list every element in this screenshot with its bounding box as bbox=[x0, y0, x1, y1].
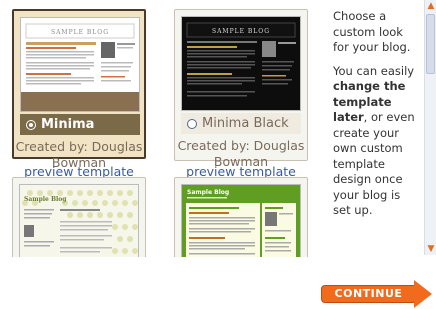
template-name-bar[interactable]: Minima Black bbox=[181, 113, 301, 134]
template-card-green[interactable]: Sample Blog bbox=[174, 177, 308, 257]
scroll-down-arrow-icon[interactable]: ▼ bbox=[425, 243, 436, 255]
svg-text:Sample Blog: Sample Blog bbox=[24, 196, 67, 203]
template-thumbnail-minima-black[interactable]: SAMPLE BLOG bbox=[181, 16, 301, 111]
minima-black-preview-image: SAMPLE BLOG bbox=[182, 17, 300, 110]
template-gallery[interactable]: SAMPLE BLOG Minima Created by: Douglas B… bbox=[0, 0, 436, 257]
template-name-bar[interactable]: Minima bbox=[20, 114, 140, 135]
template-radio-unselected[interactable] bbox=[187, 118, 197, 129]
template-thumbnail-green[interactable]: Sample Blog bbox=[181, 184, 301, 257]
continue-button-label[interactable]: CONTINUE bbox=[321, 285, 415, 303]
template-radio-selected[interactable] bbox=[26, 119, 36, 130]
template-card-dots[interactable]: Sample Blog bbox=[12, 177, 146, 257]
template-thumbnail-dots[interactable]: Sample Blog bbox=[19, 184, 139, 257]
vertical-scrollbar[interactable]: ▲ ▼ bbox=[424, 0, 436, 255]
arrow-right-icon[interactable] bbox=[414, 280, 432, 308]
svg-text:Sample Blog: Sample Blog bbox=[187, 189, 229, 196]
instructions-intro: Choose a custom look for your blog. bbox=[333, 9, 411, 54]
template-name: Minima bbox=[41, 117, 95, 132]
template-name: Minima Black bbox=[202, 116, 289, 131]
continue-button[interactable]: CONTINUE bbox=[321, 280, 433, 308]
dots-preview-image: Sample Blog bbox=[20, 185, 138, 257]
svg-text:SAMPLE BLOG: SAMPLE BLOG bbox=[212, 28, 270, 35]
template-card-minima-black[interactable]: SAMPLE BLOG Minima Black Created by: Dou… bbox=[174, 9, 308, 169]
minima-preview-image: SAMPLE BLOG bbox=[21, 18, 139, 111]
template-instructions: Choose a custom look for your blog. You … bbox=[333, 9, 421, 227]
green-preview-image: Sample Blog bbox=[182, 185, 300, 257]
instructions-detail: You can easily change the template later… bbox=[333, 63, 415, 218]
svg-text:SAMPLE BLOG: SAMPLE BLOG bbox=[51, 29, 109, 36]
scrollbar-thumb[interactable] bbox=[426, 14, 435, 74]
template-thumbnail-minima[interactable]: SAMPLE BLOG bbox=[20, 17, 140, 112]
scroll-up-arrow-icon[interactable]: ▲ bbox=[425, 0, 436, 12]
template-card-minima[interactable]: SAMPLE BLOG Minima Created by: Douglas B… bbox=[12, 9, 146, 170]
